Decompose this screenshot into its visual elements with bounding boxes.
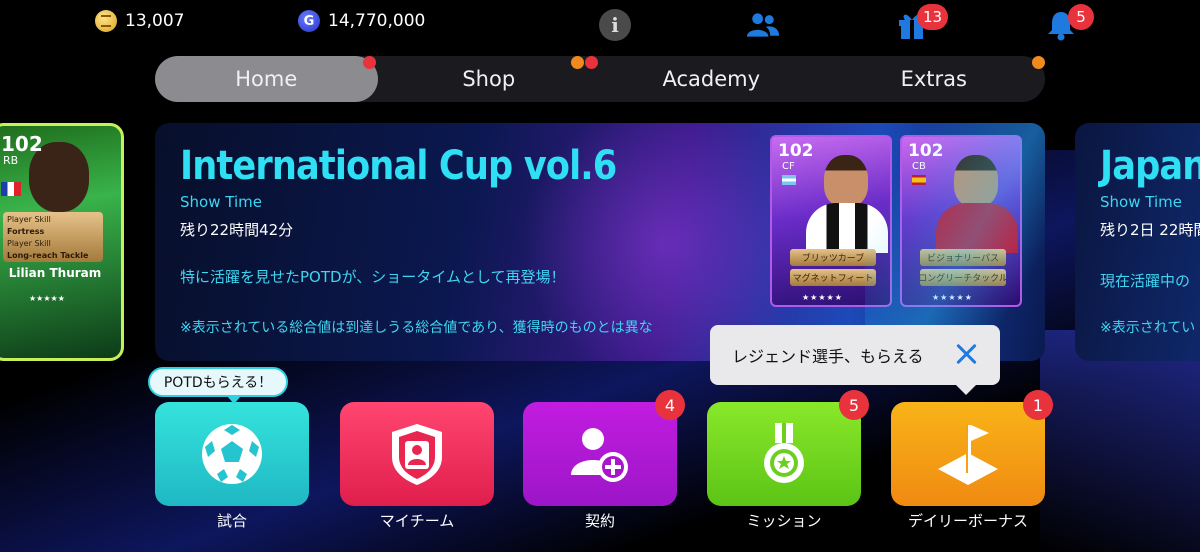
my-team-label: マイチーム bbox=[379, 512, 455, 530]
skill-name: Long-reach Tackle bbox=[7, 251, 89, 260]
campaign-description: 現在活躍中の bbox=[1100, 272, 1191, 290]
legend-tooltip-text: レジェンド選手、もらえる bbox=[732, 347, 924, 366]
coins-display[interactable]: 13,007 bbox=[95, 10, 184, 32]
player-skill: ビジョナリーパス bbox=[920, 249, 1006, 266]
contract-badge: 4 bbox=[655, 390, 685, 420]
coin-icon bbox=[95, 10, 117, 32]
match-button[interactable] bbox=[155, 402, 309, 506]
friends-button[interactable] bbox=[746, 8, 780, 42]
player-card: 102 CF ブリッツカーブ マグネットフィート ★★★★★ bbox=[770, 135, 892, 307]
add-player-icon bbox=[571, 428, 628, 482]
bell-badge: 5 bbox=[1068, 4, 1094, 30]
friends-icon bbox=[746, 13, 780, 37]
player-skill: マグネットフィート bbox=[790, 269, 876, 286]
tab-extras[interactable]: Extras bbox=[823, 56, 1045, 102]
france-flag-icon bbox=[1, 182, 21, 196]
match-label: 試合 bbox=[216, 512, 247, 530]
mission-badge: 5 bbox=[839, 390, 869, 420]
campaign-subtitle: Show Time bbox=[180, 193, 262, 211]
player-position: CB bbox=[912, 161, 926, 172]
spain-flag-icon bbox=[912, 175, 926, 185]
player-rating: 102 bbox=[778, 141, 814, 161]
tab-academy[interactable]: Academy bbox=[600, 56, 823, 102]
campaign-time-left: 残り2日 22時間 bbox=[1100, 221, 1200, 239]
notification-dot bbox=[362, 56, 376, 69]
player-skill: ブリッツカーブ bbox=[790, 249, 876, 266]
tab-home-label: Home bbox=[235, 67, 298, 91]
player-stars: ★★★★★ bbox=[932, 293, 973, 302]
campaign-note: ※表示されている総合値は到達しうる総合値であり、獲得時のものとは異な bbox=[180, 320, 653, 336]
tab-shop-label: Shop bbox=[462, 67, 516, 91]
background-swoosh-right bbox=[1040, 330, 1200, 552]
tab-extras-label: Extras bbox=[900, 67, 967, 91]
campaign-description: 特に活躍を見せたPOTDが、ショータイムとして再登場！ bbox=[180, 268, 566, 286]
info-icon: i bbox=[599, 9, 631, 41]
coins-value: 13,007 bbox=[125, 11, 185, 31]
player-rating: 102 bbox=[1, 132, 43, 156]
player-portrait bbox=[824, 155, 868, 207]
mission-button[interactable]: 5 bbox=[707, 390, 869, 506]
skill-name: Fortress bbox=[7, 227, 45, 236]
mission-label: ミッション bbox=[746, 512, 822, 530]
daily-bonus-button[interactable]: 1 bbox=[891, 390, 1053, 506]
gp-value: 14,770,000 bbox=[328, 11, 426, 31]
team-shield-icon bbox=[392, 424, 442, 485]
argentina-flag-icon bbox=[782, 175, 796, 185]
player-jersey bbox=[806, 203, 888, 253]
campaign-title: Japan bbox=[1100, 143, 1200, 189]
carousel-card-right[interactable]: Japan Show Time 残り2日 22時間 現在活躍中の ※表示されてい bbox=[1075, 123, 1200, 361]
player-card: 102 CB ビジョナリーパス ロングリーチタックル ★★★★★ bbox=[900, 135, 1022, 307]
soccer-ball-icon bbox=[202, 424, 262, 484]
player-stars: ★★★★★ bbox=[802, 293, 843, 302]
skill-title: Player Skill bbox=[7, 215, 51, 224]
campaign-time-left: 残り22時間42分 bbox=[180, 221, 294, 239]
player-portrait bbox=[954, 155, 998, 207]
tab-home[interactable]: Home bbox=[155, 56, 378, 102]
notification-dot bbox=[571, 56, 584, 69]
player-rating: 102 bbox=[908, 141, 944, 161]
top-bar: 13,007 G 14,770,000 i 13 5 bbox=[0, 0, 1200, 48]
notification-dot bbox=[585, 56, 598, 69]
player-skill: ロングリーチタックル bbox=[920, 269, 1006, 286]
tab-shop[interactable]: Shop bbox=[378, 56, 601, 102]
flag-field-icon bbox=[938, 425, 998, 485]
daily-bonus-badge: 1 bbox=[1023, 390, 1053, 420]
contract-label: 契約 bbox=[584, 512, 615, 530]
campaign-subtitle: Show Time bbox=[1100, 193, 1182, 211]
potd-tooltip-text: POTDもらえる！ bbox=[163, 375, 273, 391]
legend-tooltip: レジェンド選手、もらえる bbox=[710, 325, 1000, 395]
notification-dot bbox=[1032, 56, 1045, 69]
campaign-note: ※表示されてい bbox=[1100, 320, 1196, 336]
contract-button[interactable]: 4 bbox=[523, 390, 685, 506]
tab-academy-label: Academy bbox=[662, 67, 761, 91]
gift-badge: 13 bbox=[917, 4, 949, 30]
campaign-title: International Cup vol.6 bbox=[180, 143, 617, 189]
my-team-button[interactable] bbox=[340, 402, 494, 506]
gp-display[interactable]: G 14,770,000 bbox=[298, 10, 425, 32]
player-stars: ★★★★★ bbox=[29, 294, 65, 303]
gp-icon: G bbox=[298, 10, 320, 32]
main-nav: Home Shop Academy Extras bbox=[155, 56, 1045, 102]
player-position: RB bbox=[3, 154, 19, 167]
player-jersey bbox=[936, 203, 1018, 253]
gift-button[interactable]: 13 bbox=[895, 4, 949, 42]
carousel-card-left[interactable]: 102 RB Player Skill Fortress Player Skil… bbox=[0, 123, 124, 361]
daily-bonus-label: デイリーボーナス bbox=[907, 512, 1028, 530]
player-position: CF bbox=[782, 161, 795, 172]
info-button[interactable]: i bbox=[598, 8, 632, 42]
potd-tooltip: POTDもらえる！ bbox=[148, 367, 288, 404]
player-skills: Player Skill Fortress Player Skill Long-… bbox=[3, 212, 103, 262]
skill-title: Player Skill bbox=[7, 239, 51, 248]
notifications-button[interactable]: 5 bbox=[1044, 4, 1094, 42]
player-name: Lilian Thuram bbox=[8, 266, 102, 280]
medal-icon bbox=[764, 423, 804, 483]
close-icon[interactable] bbox=[954, 342, 978, 366]
